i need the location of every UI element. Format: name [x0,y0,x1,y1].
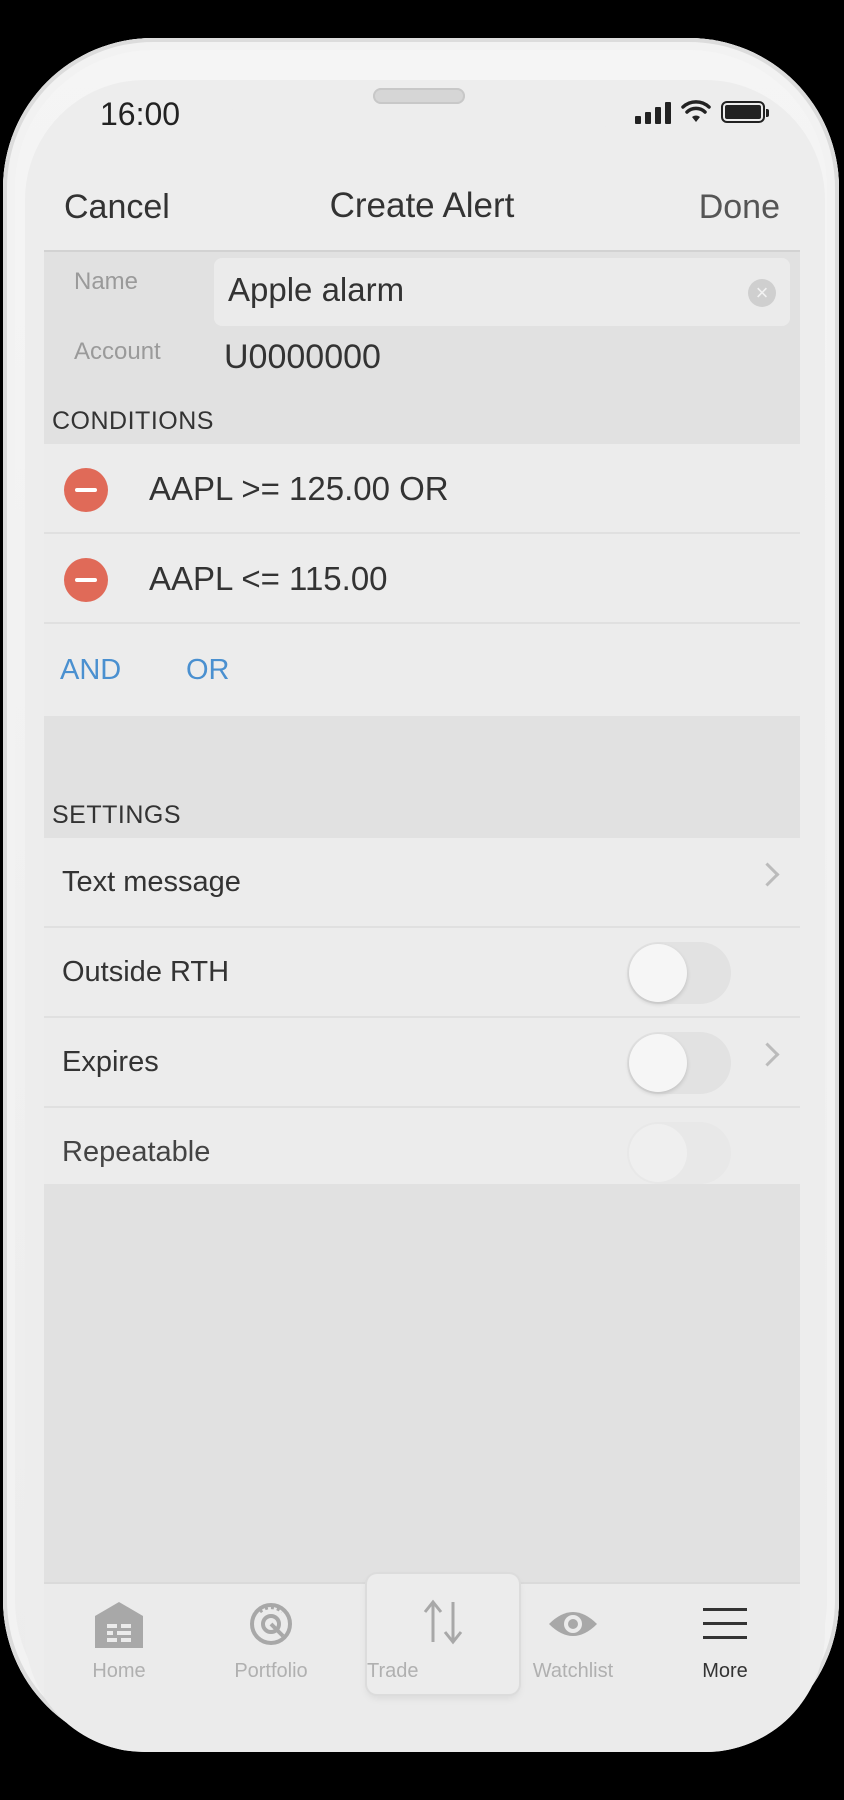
page-title: Create Alert [329,186,515,225]
expires-row[interactable]: Expires [44,1018,800,1108]
conditions-header: CONDITIONS [44,390,800,444]
text-message-row[interactable]: Text message [44,838,800,928]
empty-area [44,1184,800,1582]
tab-bar: Home Portfolio Trade Watchlist More [44,1574,800,1752]
logic-row: AND OR [44,624,800,716]
wifi-icon [681,100,711,122]
section-spacer [44,716,800,796]
phone-frame: 16:00 Cancel Create Alert Done Name × [3,38,839,1752]
tab-trade-label: Trade [367,1660,419,1682]
expires-label: Expires [62,1046,159,1078]
clear-icon[interactable]: × [748,279,776,307]
and-button[interactable]: AND [60,654,121,687]
home-icon [95,1602,143,1648]
condition-text: AAPL <= 115.00 [149,560,388,597]
speaker [373,88,465,104]
tab-portfolio-label: Portfolio [234,1660,308,1682]
tab-portfolio[interactable]: Portfolio [196,1584,346,1694]
condition-text: AAPL >= 125.00 OR [149,470,449,507]
name-field[interactable]: × [214,258,790,326]
repeatable-toggle[interactable] [627,1122,731,1184]
conditions-header-label: CONDITIONS [52,407,214,435]
tab-watchlist-label: Watchlist [532,1660,614,1682]
chevron-right-icon [755,1042,780,1067]
expires-toggle[interactable] [627,1032,731,1094]
tab-home[interactable]: Home [44,1584,194,1694]
text-message-label: Text message [62,866,241,898]
remove-condition-button[interactable] [64,558,108,602]
tab-more[interactable]: More [650,1584,800,1694]
status-icons [635,100,769,124]
condition-row[interactable]: AAPL >= 125.00 OR [44,444,800,534]
tab-trade[interactable]: Trade [367,1574,519,1694]
settings-header: SETTINGS [44,796,800,838]
outside-rth-label: Outside RTH [62,956,230,988]
or-button[interactable]: OR [186,654,230,687]
name-label: Name [74,268,139,295]
cellular-signal-icon [635,100,671,124]
name-input[interactable] [226,270,730,310]
eye-icon [549,1612,597,1636]
alert-form: Name × Account U0000000 CONDITIONS AAPL … [44,250,800,1198]
screen: 16:00 Cancel Create Alert Done Name × [25,80,825,1752]
condition-row[interactable]: AAPL <= 115.00 [44,534,800,624]
settings-header-label: SETTINGS [52,801,182,829]
tab-watchlist[interactable]: Watchlist [498,1584,648,1694]
repeatable-label: Repeatable [62,1136,211,1168]
nav-bar: Cancel Create Alert Done [44,166,800,250]
outside-rth-row: Outside RTH [44,928,800,1018]
remove-condition-button[interactable] [64,468,108,512]
trade-arrows-icon [423,1599,463,1645]
account-label: Account [74,338,161,365]
status-time: 16:00 [100,96,181,132]
tab-more-label: More [702,1660,748,1682]
battery-icon [721,101,769,123]
chevron-right-icon [755,862,780,887]
alert-details: Name × Account U0000000 [44,250,800,390]
done-button[interactable]: Done [699,188,780,227]
account-value: U0000000 [224,338,381,376]
portfolio-icon [250,1603,292,1645]
outside-rth-toggle[interactable] [627,942,731,1004]
menu-icon [703,1608,747,1639]
tab-home-label: Home [92,1660,146,1682]
